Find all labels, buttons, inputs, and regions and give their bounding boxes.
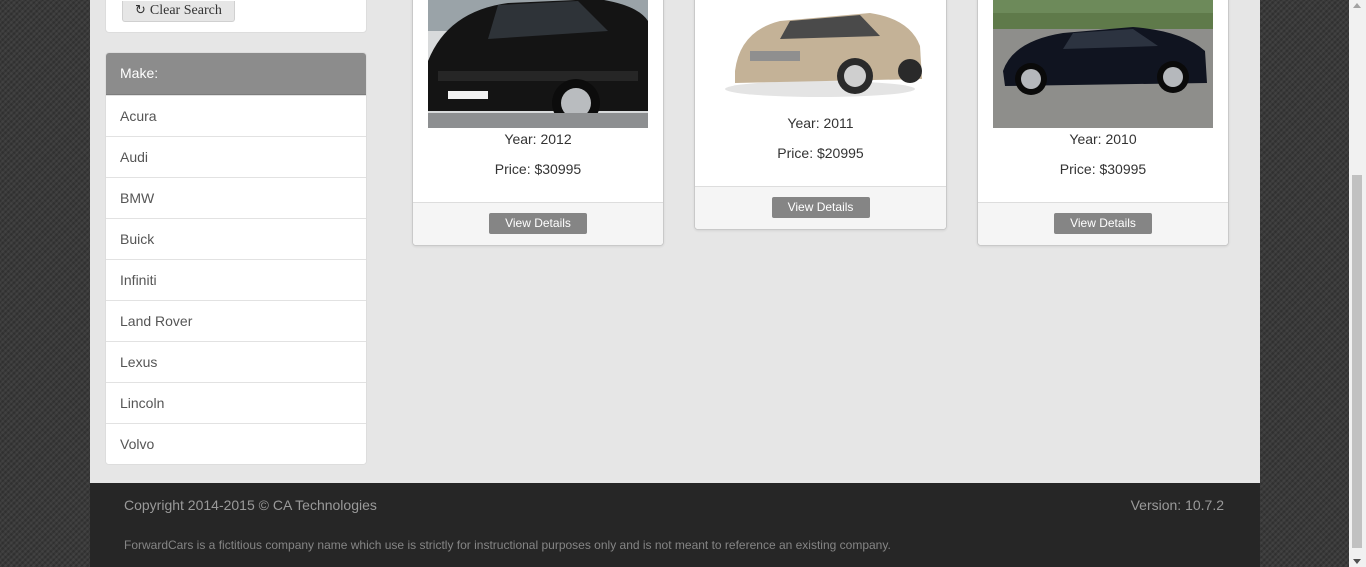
site-footer: Copyright 2014-2015 © CA Technologies Ve… xyxy=(90,483,1260,567)
make-item-acura[interactable]: Acura xyxy=(106,95,366,136)
car-photo[interactable] xyxy=(710,0,931,111)
clear-search-panel: ↻ Clear Search xyxy=(105,0,367,33)
version-text: Version: 10.7.2 xyxy=(1130,497,1224,513)
make-filter-panel: Make: Acura Audi BMW Buick Infiniti Land… xyxy=(105,52,367,465)
view-details-button[interactable]: View Details xyxy=(1054,213,1152,234)
make-item-lexus[interactable]: Lexus xyxy=(106,341,366,382)
make-item-infiniti[interactable]: Infiniti xyxy=(106,259,366,300)
car-price: Price: $20995 xyxy=(777,145,864,161)
car-photo[interactable] xyxy=(993,0,1213,128)
view-details-button[interactable]: View Details xyxy=(489,213,587,234)
clear-search-label: Clear Search xyxy=(149,3,222,18)
car-card: Year: 2011 Price: $20995 View Details xyxy=(694,0,947,230)
car-year: Year: 2010 xyxy=(1069,131,1137,147)
car-year: Year: 2011 xyxy=(787,115,854,131)
car-card: Year: 2012 Price: $30995 View Details xyxy=(412,0,664,246)
car-info: Year: 2010 Price: $30995 xyxy=(978,131,1228,191)
car-price: Price: $30995 xyxy=(1059,161,1147,177)
scrollbar-thumb[interactable] xyxy=(1352,175,1362,548)
make-item-land-rover[interactable]: Land Rover xyxy=(106,300,366,341)
make-item-audi[interactable]: Audi xyxy=(106,136,366,177)
content-area: ↻ Clear Search Make: Acura Audi BMW Buic… xyxy=(90,0,1260,483)
card-footer: View Details xyxy=(978,202,1228,245)
scroll-down-arrow-icon[interactable] xyxy=(1353,559,1361,564)
clear-search-button[interactable]: ↻ Clear Search xyxy=(122,1,235,22)
car-card: Year: 2010 Price: $30995 View Details xyxy=(977,0,1229,246)
disclaimer-text: ForwardCars is a fictitious company name… xyxy=(124,538,891,552)
make-item-bmw[interactable]: BMW xyxy=(106,177,366,218)
card-footer: View Details xyxy=(413,202,663,245)
make-item-buick[interactable]: Buick xyxy=(106,218,366,259)
car-year: Year: 2012 xyxy=(504,131,572,147)
view-details-button[interactable]: View Details xyxy=(771,197,870,218)
copyright-text: Copyright 2014-2015 © CA Technologies xyxy=(124,497,377,513)
card-footer: View Details xyxy=(695,186,946,229)
car-price: Price: $30995 xyxy=(494,161,582,177)
car-photo[interactable] xyxy=(428,0,648,128)
refresh-icon: ↻ xyxy=(135,3,146,18)
car-info: Year: 2011 Price: $20995 xyxy=(695,115,946,175)
car-info: Year: 2012 Price: $30995 xyxy=(413,131,663,191)
make-item-lincoln[interactable]: Lincoln xyxy=(106,382,366,423)
page-container: ↻ Clear Search Make: Acura Audi BMW Buic… xyxy=(90,0,1260,567)
make-heading: Make: xyxy=(106,53,366,95)
vertical-scrollbar[interactable] xyxy=(1349,0,1366,567)
scroll-up-arrow-icon[interactable] xyxy=(1353,3,1361,8)
make-item-volvo[interactable]: Volvo xyxy=(106,423,366,464)
